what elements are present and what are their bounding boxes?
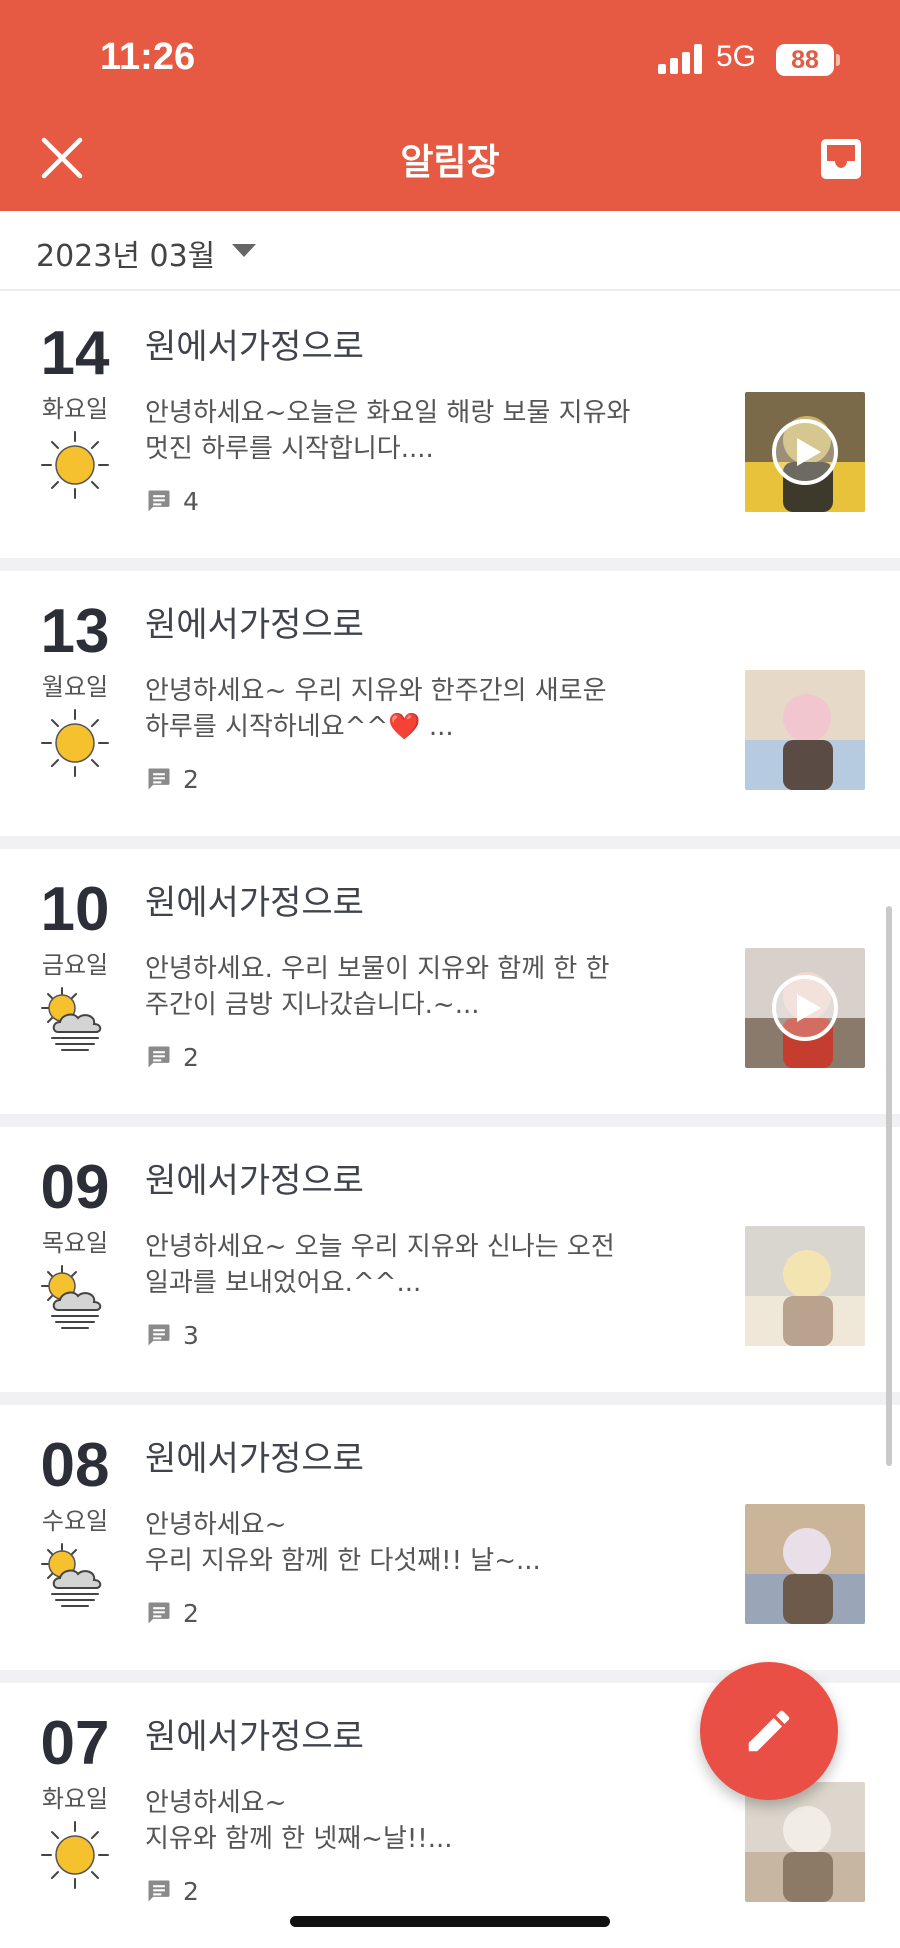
comment-count-value: 2 [183,1042,199,1072]
inbox-icon[interactable] [818,136,864,182]
notice-title: 원에서가정으로 [145,605,364,645]
notice-title: 원에서가정으로 [145,1439,364,1479]
notice-title: 원에서가정으로 [145,1161,364,1201]
date-day: 07 [40,1709,110,1778]
notice-preview: 안녕하세요~ 지유와 함께 한 넷째~날!!... [145,1785,705,1857]
app-header: 11:26 5G 88 알림장 [0,0,900,211]
battery-tip [836,54,840,66]
sun-icon [41,431,109,499]
comment-count: 2 [145,1875,199,1907]
notice-preview: 안녕하세요~ 우리 지유와 한주간의 새로운 하루를 시작하네요^^❤️ ... [145,673,705,745]
notice-preview: 안녕하세요~오늘은 화요일 해랑 보물 지유와 멋진 하루를 시작합니다.... [145,395,705,467]
date-weekday: 금요일 [41,951,109,979]
notice-title: 원에서가정으로 [145,327,364,367]
photo-thumbnail-image [745,670,865,790]
date-weekday: 화요일 [41,1785,109,1813]
date-weekday: 화요일 [41,395,109,423]
sun-icon [41,1821,109,1889]
home-indicator[interactable] [290,1916,610,1927]
notice-preview-line: 주간이 금방 지나갔습니다.~... [145,990,480,1020]
notice-card[interactable]: 10 금요일 원에서가정으로 안녕하세요. 우리 보물이 지유와 함께 한 한 … [0,849,900,1127]
comment-count-value: 2 [183,1598,199,1628]
notice-preview: 안녕하세요. 우리 보물이 지유와 함께 한 한 주간이 금방 지나갔습니다.~… [145,951,705,1023]
comment-icon [148,490,170,512]
sun-behind-fog-icon [41,1543,102,1607]
comment-count: 4 [145,485,199,517]
comment-icon [148,1324,170,1346]
notice-card[interactable]: 09 목요일 원에서가정으로 안녕하세요~ 오늘 우리 지유와 신나는 오전 일… [0,1127,900,1405]
photo-thumbnail-image [745,1504,865,1624]
notice-thumbnail[interactable] [745,670,865,790]
notice-preview: 안녕하세요~ 오늘 우리 지유와 신나는 오전 일과를 보내었어요.^^... [145,1229,705,1301]
battery-icon: 88 [776,44,834,76]
notice-preview-line: 하루를 시작하네요^^❤️ ... [145,712,454,742]
date-day: 14 [40,319,110,388]
notice-preview-line: 우리 지유와 함께 한 다섯째!! 날~... [145,1546,541,1576]
sun-behind-fog-icon [41,1265,102,1329]
date-day: 09 [40,1153,110,1222]
comment-count: 2 [145,1041,199,1073]
notice-thumbnail[interactable] [745,1226,865,1346]
chevron-down-icon[interactable] [232,244,256,257]
scrollbar[interactable] [886,906,892,1466]
comment-count-value: 3 [183,1320,199,1350]
notice-preview-line: 안녕하세요~오늘은 화요일 해랑 보물 지유와 [145,398,631,428]
comment-count: 2 [145,763,199,795]
notice-preview-line: 안녕하세요~ [145,1510,287,1540]
play-icon[interactable] [770,417,840,487]
play-icon[interactable] [770,973,840,1043]
comment-count-value: 2 [183,1876,199,1906]
notice-thumbnail[interactable] [745,392,865,512]
comment-count: 2 [145,1597,199,1629]
notice-title: 원에서가정으로 [145,883,364,923]
status-time: 11:26 [100,36,196,78]
page-title: 알림장 [400,142,500,183]
notice-thumbnail[interactable] [745,1782,865,1902]
sun-icon [41,709,109,777]
month-selector[interactable]: 2023년 03월 [0,211,900,291]
comment-count-value: 2 [183,764,199,794]
date-weekday: 월요일 [41,673,109,701]
date-day: 10 [40,875,110,944]
date-day: 13 [40,597,110,666]
notice-title: 원에서가정으로 [145,1717,364,1757]
write-button[interactable] [700,1662,838,1800]
notice-preview-line: 안녕하세요~ [145,1788,287,1818]
notice-preview: 안녕하세요~ 우리 지유와 함께 한 다섯째!! 날~... [145,1507,705,1579]
notice-thumbnail[interactable] [745,1504,865,1624]
date-weekday: 목요일 [41,1229,109,1257]
date-day: 08 [40,1431,110,1500]
comment-icon [148,1880,170,1902]
notice-card[interactable]: 13 월요일 원에서가정으로 안녕하세요~ 우리 지유와 한주간의 새로운 하루… [0,571,900,849]
notice-preview-line: 안녕하세요~ 오늘 우리 지유와 신나는 오전 [145,1232,615,1262]
date-weekday: 수요일 [41,1507,109,1535]
photo-thumbnail-image [745,1782,865,1902]
comment-icon [148,768,170,790]
month-label[interactable]: 2023년 03월 [36,231,215,275]
photo-thumbnail-image [745,1226,865,1346]
comment-count-value: 4 [183,486,199,516]
comment-icon [148,1046,170,1068]
pencil-icon [748,1710,790,1752]
notice-preview-line: 지유와 함께 한 넷째~날!!... [145,1824,453,1854]
notice-card[interactable]: 08 수요일 원에서가정으로 안녕하세요~ 우리 지유와 함께 한 다섯째!! … [0,1405,900,1683]
signal-icon [658,44,704,74]
notice-preview-line: 안녕하세요~ 우리 지유와 한주간의 새로운 [145,676,607,706]
sun-behind-fog-icon [41,987,102,1051]
network-label: 5G [716,40,757,73]
notice-preview-line: 일과를 보내었어요.^^... [145,1268,422,1298]
notice-card[interactable]: 14 화요일 원에서가정으로 안녕하세요~오늘은 화요일 해랑 보물 지유와 멋… [0,293,900,571]
notice-thumbnail[interactable] [745,948,865,1068]
comment-count: 3 [145,1319,199,1351]
comment-icon [148,1602,170,1624]
notice-preview-line: 멋진 하루를 시작합니다.... [145,434,434,464]
notice-preview-line: 안녕하세요. 우리 보물이 지유와 함께 한 한 [145,954,610,984]
